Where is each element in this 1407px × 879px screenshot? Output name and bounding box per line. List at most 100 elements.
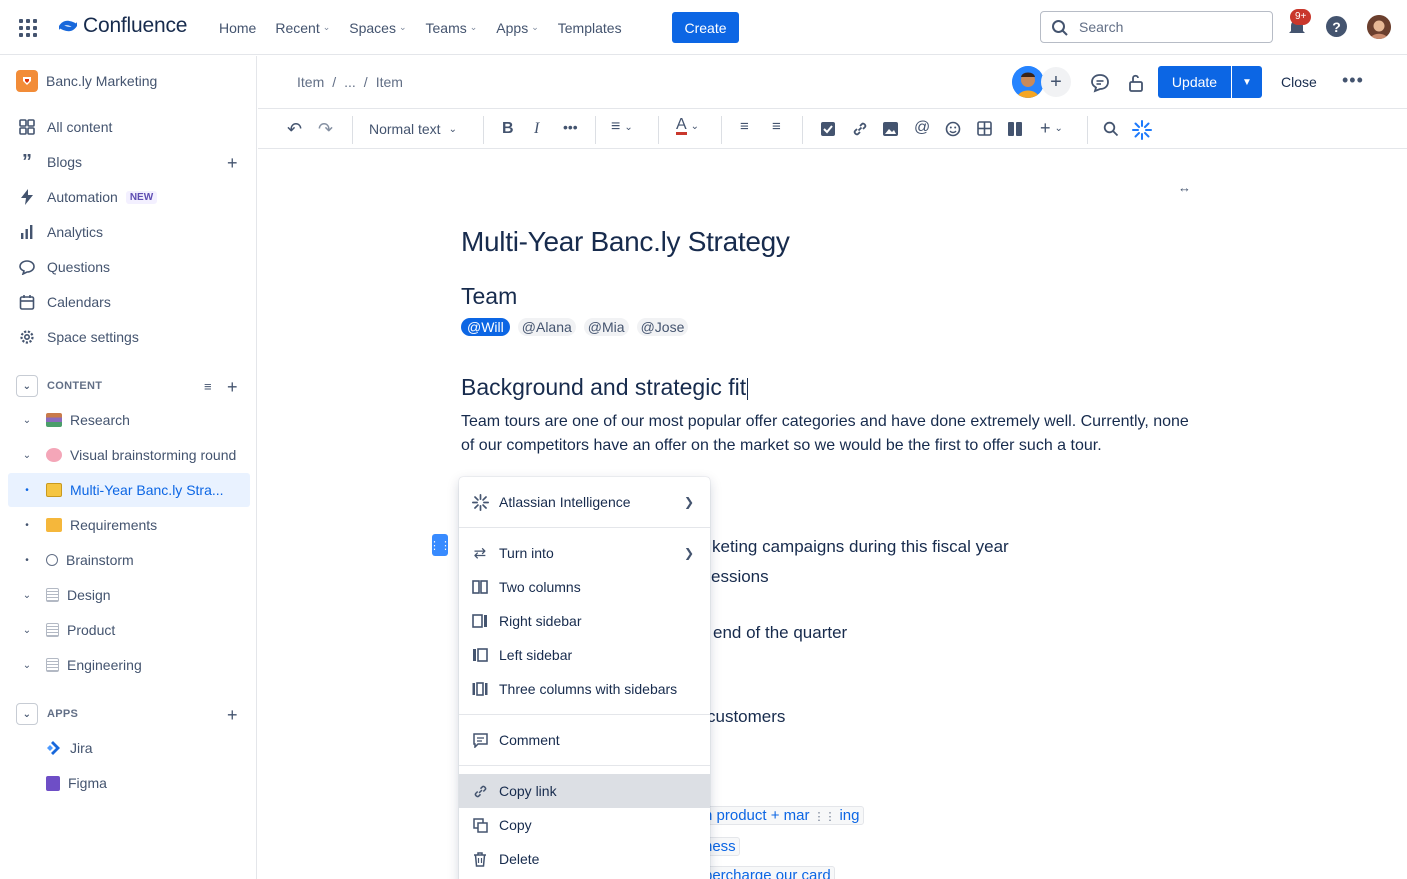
help-icon[interactable]: ?	[1326, 16, 1347, 37]
chevron-down-icon[interactable]: ⌄	[8, 450, 46, 461]
undo-icon[interactable]: ↶	[287, 119, 302, 140]
drag-handle-icon[interactable]: ⋮⋮	[429, 534, 451, 556]
insert-more-icon[interactable]: + ⌄	[1040, 118, 1063, 139]
bullet-list-icon[interactable]: ≡	[740, 118, 749, 135]
tree-item-product[interactable]: ⌄ Product	[8, 613, 250, 647]
alignment-icon[interactable]: ≡ ⌄	[611, 118, 633, 136]
tree-item-visual-brainstorming[interactable]: ⌄ Visual brainstorming round	[8, 438, 250, 472]
app-item-jira[interactable]: Jira	[8, 731, 250, 765]
space-header[interactable]: Banc.ly Marketing	[16, 70, 157, 92]
text-color-icon[interactable]: A ⌄	[676, 117, 699, 135]
tree-item-research[interactable]: ⌄ Research	[8, 403, 250, 437]
menu-item-comment[interactable]: Comment	[459, 723, 710, 757]
sidebar-item-blogs[interactable]: ” Blogs	[16, 147, 82, 177]
menu-item-copy-link[interactable]: Copy link	[459, 774, 710, 808]
content-text-fragment[interactable]: customers	[707, 707, 785, 727]
team-heading[interactable]: Team	[461, 283, 517, 310]
nav-teams[interactable]: Teams ⌄	[426, 20, 478, 36]
unlock-icon[interactable]	[1127, 73, 1145, 93]
menu-item-copy[interactable]: Copy	[459, 808, 710, 842]
chevron-down-icon[interactable]: ⌄	[8, 660, 46, 671]
sidebar-item-analytics[interactable]: Analytics	[16, 217, 103, 247]
comment-icon[interactable]	[1090, 73, 1110, 93]
breadcrumb-item[interactable]: ...	[344, 74, 356, 90]
menu-item-two-columns[interactable]: Two columns	[459, 570, 710, 604]
page-title[interactable]: Multi-Year Banc.ly Strategy	[461, 226, 790, 258]
task-checkbox-icon[interactable]	[821, 122, 835, 136]
mention-chip[interactable]: @Jose	[636, 318, 689, 336]
content-text-fragment[interactable]: essions	[711, 567, 769, 587]
tree-item-design[interactable]: ⌄ Design	[8, 578, 250, 612]
chevron-down-icon[interactable]: ⌄	[8, 415, 46, 426]
tree-item-engineering[interactable]: ⌄ Engineering	[8, 648, 250, 682]
collapse-content-button[interactable]: ⌄	[16, 375, 38, 397]
more-actions-icon[interactable]: •••	[1342, 70, 1364, 91]
add-app-button[interactable]: +	[227, 706, 238, 724]
atlassian-intelligence-icon[interactable]	[1132, 120, 1152, 140]
content-text-fragment[interactable]: end of the quarter	[713, 623, 847, 643]
drag-handle-icon[interactable]: ⋮⋮	[813, 811, 835, 823]
mention-chip[interactable]: @Mia	[583, 318, 629, 336]
link-icon[interactable]	[852, 121, 868, 137]
chevron-down-icon[interactable]: ⌄	[8, 590, 46, 601]
image-icon[interactable]	[883, 122, 898, 136]
search-input[interactable]: Search	[1040, 11, 1273, 43]
invite-collaborator-button[interactable]: +	[1041, 67, 1071, 97]
table-icon[interactable]	[977, 121, 992, 136]
italic-icon[interactable]: I	[534, 120, 539, 138]
app-switcher-icon[interactable]	[19, 19, 37, 37]
smart-link-fragment[interactable]: n product + mar ⋮⋮ ing	[700, 806, 864, 825]
tree-item-requirements[interactable]: • Requirements	[8, 508, 250, 542]
toolbar-divider	[1087, 116, 1088, 144]
app-item-figma[interactable]: Figma	[8, 766, 250, 800]
collapse-apps-button[interactable]: ⌄	[16, 703, 38, 725]
add-content-button[interactable]: +	[227, 378, 238, 396]
nav-home[interactable]: Home	[219, 20, 256, 36]
sidebar-item-space-settings[interactable]: Space settings	[16, 322, 139, 352]
menu-item-three-columns[interactable]: Three columns with sidebars	[459, 672, 710, 706]
nav-apps[interactable]: Apps ⌄	[496, 20, 538, 36]
smart-link-fragment[interactable]: percharge our card	[700, 866, 835, 879]
mention-chip[interactable]: @Alana	[517, 318, 576, 336]
background-paragraph[interactable]: Team tours are one of our most popular o…	[461, 410, 1191, 458]
menu-item-atlassian-intelligence[interactable]: Atlassian Intelligence ❯	[459, 485, 710, 519]
breadcrumb-item[interactable]: Item	[376, 74, 403, 90]
chevron-down-icon[interactable]: ⌄	[8, 625, 46, 636]
layout-columns-icon[interactable]	[1008, 122, 1022, 136]
update-button[interactable]: Update	[1158, 66, 1231, 98]
mention-icon[interactable]: @	[914, 119, 930, 137]
menu-item-turn-into[interactable]: ⇄ Turn into ❯	[459, 536, 710, 570]
background-heading[interactable]: Background and strategic fit	[461, 374, 749, 401]
filter-icon[interactable]: ≡	[204, 378, 212, 396]
tree-item-multi-year-strategy[interactable]: • Multi-Year Banc.ly Stra...	[8, 473, 250, 507]
tree-item-brainstorm[interactable]: • Brainstorm	[8, 543, 250, 577]
menu-item-delete[interactable]: Delete	[459, 842, 710, 876]
expand-width-icon[interactable]: ↔	[1178, 180, 1191, 195]
nav-recent[interactable]: Recent ⌄	[275, 20, 330, 36]
bold-icon[interactable]: B	[502, 120, 514, 138]
menu-item-right-sidebar[interactable]: Right sidebar	[459, 604, 710, 638]
create-button[interactable]: Create	[672, 12, 739, 43]
more-formatting-icon[interactable]: •••	[563, 119, 578, 135]
collaborator-avatar[interactable]	[1012, 66, 1044, 98]
menu-item-left-sidebar[interactable]: Left sidebar	[459, 638, 710, 672]
sidebar-item-all-content[interactable]: All content	[16, 112, 112, 142]
content-text-fragment[interactable]: keting campaigns during this fiscal year	[712, 537, 1009, 557]
sidebar-item-questions[interactable]: Questions	[16, 252, 110, 282]
find-icon[interactable]	[1103, 121, 1119, 137]
text-style-dropdown[interactable]: Normal text ⌄	[369, 121, 457, 137]
breadcrumb-item[interactable]: Item	[297, 74, 324, 90]
user-avatar[interactable]	[1367, 15, 1391, 39]
confluence-logo[interactable]: Confluence	[57, 14, 187, 38]
numbered-list-icon[interactable]: ≡	[772, 118, 781, 135]
nav-spaces[interactable]: Spaces ⌄	[349, 20, 406, 36]
sidebar-item-calendars[interactable]: Calendars	[16, 287, 111, 317]
sidebar-item-automation[interactable]: Automation NEW	[16, 182, 158, 212]
redo-icon[interactable]: ↷	[318, 119, 333, 140]
mention-chip[interactable]: @Will	[461, 318, 510, 336]
close-button[interactable]: Close	[1281, 74, 1317, 90]
emoji-icon[interactable]	[945, 121, 961, 137]
nav-templates[interactable]: Templates	[558, 20, 622, 36]
add-blog-button[interactable]: +	[227, 154, 238, 172]
update-options-dropdown[interactable]: ▼	[1232, 66, 1262, 98]
